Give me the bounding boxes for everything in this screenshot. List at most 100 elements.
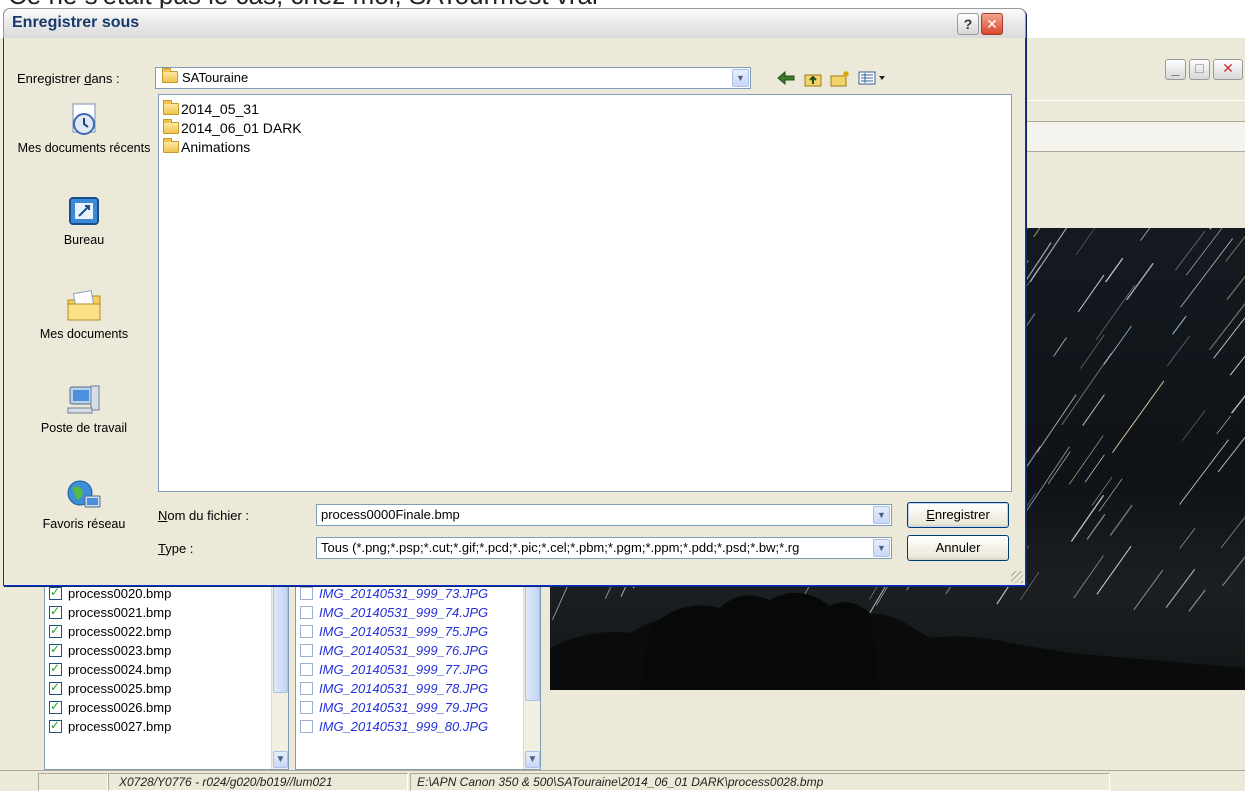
file-checkbox[interactable]: [49, 680, 62, 695]
place-recent-documents[interactable]: Mes documents récents: [14, 102, 154, 155]
file-type-dropdown-arrow[interactable]: ▼: [873, 539, 890, 557]
file-checkbox[interactable]: [49, 604, 62, 619]
jpg-file-row[interactable]: IMG_20140531_999_78.JPG: [300, 679, 488, 698]
file-checkbox[interactable]: [300, 644, 313, 657]
file-name: IMG_20140531_999_75.JPG: [319, 624, 489, 639]
help-button[interactable]: ?: [957, 13, 979, 35]
process-file-row[interactable]: process0026.bmp: [49, 698, 171, 717]
view-menu-icon[interactable]: [856, 70, 892, 92]
resize-grip[interactable]: [1011, 571, 1023, 583]
jpg-file-row[interactable]: IMG_20140531_999_80.JPG: [300, 717, 488, 736]
folder-name: Animations: [181, 138, 251, 155]
file-checkbox[interactable]: [300, 625, 313, 638]
scroll-down-button[interactable]: ▼: [525, 751, 540, 768]
folder-contents-pane[interactable]: 2014_05_31 2014_06_01 DARK Animations: [158, 94, 1012, 492]
save-in-value: SATouraine: [182, 70, 249, 85]
minimize-button[interactable]: _: [1165, 59, 1186, 80]
new-folder-icon[interactable]: [828, 70, 852, 92]
file-name: process0027.bmp: [68, 719, 172, 734]
jpg-file-row[interactable]: IMG_20140531_999_76.JPG: [300, 641, 488, 660]
my-documents-icon: [67, 290, 101, 321]
jpg-file-row[interactable]: IMG_20140531_999_79.JPG: [300, 698, 488, 717]
file-checkbox[interactable]: [300, 587, 313, 600]
scroll-thumb[interactable]: [273, 573, 288, 693]
jpg-file-row[interactable]: IMG_20140531_999_77.JPG: [300, 660, 488, 679]
place-label: Bureau: [63, 233, 105, 247]
jpg-file-list[interactable]: IMG_20140531_999_72.JPGIMG_20140531_999_…: [295, 567, 541, 770]
file-checkbox[interactable]: [49, 642, 62, 657]
places-bar: Mes documents récents Bureau Mes documen…: [14, 94, 154, 559]
place-label: Favoris réseau: [42, 517, 126, 531]
place-my-computer[interactable]: Poste de travail: [14, 382, 154, 435]
file-checkbox[interactable]: [49, 661, 62, 676]
type-label: Type :: [158, 541, 194, 556]
place-label: Mes documents: [39, 327, 129, 341]
file-checkbox[interactable]: [300, 606, 313, 619]
file-checkbox[interactable]: [300, 663, 313, 676]
file-name: IMG_20140531_999_79.JPG: [319, 700, 489, 715]
file-checkbox[interactable]: [300, 720, 313, 733]
save-as-dialog: Enregistrer sous ? ✕ Enregistrer dans : …: [3, 8, 1026, 586]
save-in-dropdown-arrow[interactable]: ▼: [732, 69, 749, 87]
place-network[interactable]: Favoris réseau: [14, 478, 154, 531]
process-file-row[interactable]: process0023.bmp: [49, 641, 171, 660]
file-name: IMG_20140531_999_73.JPG: [319, 586, 489, 601]
back-arrow-icon[interactable]: [774, 70, 798, 92]
background-titlebar: _ □ ✕: [1000, 48, 1245, 98]
place-label: Poste de travail: [40, 421, 128, 435]
jpg-list-scrollbar[interactable]: ▼: [523, 571, 540, 769]
maximize-button[interactable]: □: [1189, 59, 1210, 80]
folder-item[interactable]: Animations: [163, 137, 250, 156]
save-button[interactable]: Enregistrer: [907, 502, 1009, 528]
dialog-titlebar[interactable]: Enregistrer sous ? ✕: [3, 8, 1026, 38]
process-file-row[interactable]: process0024.bmp: [49, 660, 171, 679]
scroll-down-button[interactable]: ▼: [273, 751, 288, 768]
file-checkbox[interactable]: [49, 585, 62, 600]
folder-item[interactable]: 2014_05_31: [163, 99, 259, 118]
process-file-row[interactable]: process0022.bmp: [49, 622, 171, 641]
file-name: process0025.bmp: [68, 681, 172, 696]
top-caption-text: Ce ne s'était pas le cas, chez moi, SATo…: [8, 0, 908, 8]
file-checkbox[interactable]: [300, 682, 313, 695]
scroll-thumb[interactable]: [525, 573, 540, 701]
file-name: IMG_20140531_999_78.JPG: [319, 681, 489, 696]
jpg-file-row[interactable]: IMG_20140531_999_74.JPG: [300, 603, 488, 622]
file-type-value: Tous (*.png;*.psp;*.cut;*.gif;*.pcd;*.pi…: [321, 540, 800, 555]
status-cell-empty: [38, 773, 108, 791]
place-desktop[interactable]: Bureau: [14, 194, 154, 247]
file-name: process0021.bmp: [68, 605, 172, 620]
file-checkbox[interactable]: [300, 701, 313, 714]
file-checkbox[interactable]: [49, 623, 62, 638]
place-my-documents[interactable]: Mes documents: [14, 288, 154, 341]
filename-combobox[interactable]: process0000Finale.bmp ▼: [316, 504, 892, 526]
my-computer-icon: [67, 385, 100, 414]
desktop-icon: [69, 197, 99, 225]
jpg-file-row[interactable]: IMG_20140531_999_75.JPG: [300, 622, 488, 641]
save-in-combobox[interactable]: SATouraine ▼: [155, 67, 751, 89]
close-dialog-button[interactable]: ✕: [981, 13, 1003, 35]
file-checkbox[interactable]: [49, 718, 62, 733]
folder-icon: [163, 118, 179, 134]
close-button[interactable]: ✕: [1213, 59, 1243, 80]
background-toolbar: [1000, 122, 1245, 152]
process-file-row[interactable]: process0025.bmp: [49, 679, 171, 698]
file-name: process0024.bmp: [68, 662, 172, 677]
file-type-select[interactable]: Tous (*.png;*.psp;*.cut;*.gif;*.pcd;*.pi…: [316, 537, 892, 559]
process-list-scrollbar[interactable]: ▼: [271, 571, 288, 769]
process-file-row[interactable]: process0027.bmp: [49, 717, 171, 736]
jpg-file-row[interactable]: IMG_20140531_999_73.JPG: [300, 584, 488, 603]
folder-item[interactable]: 2014_06_01 DARK: [163, 118, 302, 137]
process-file-row[interactable]: process0020.bmp: [49, 584, 171, 603]
file-name: IMG_20140531_999_77.JPG: [319, 662, 489, 677]
cancel-button[interactable]: Annuler: [907, 535, 1009, 561]
place-label: Mes documents récents: [17, 141, 151, 155]
network-places-icon: [67, 480, 101, 508]
process-file-row[interactable]: process0021.bmp: [49, 603, 171, 622]
process-file-list[interactable]: process0019.bmpprocess0020.bmpprocess002…: [44, 566, 289, 770]
status-pixel-info: X0728/Y0776 - r024/g020/b019//lum021: [108, 773, 408, 791]
up-folder-icon[interactable]: [801, 70, 825, 92]
dialog-title: Enregistrer sous: [12, 14, 140, 31]
filename-dropdown-arrow[interactable]: ▼: [873, 506, 890, 524]
file-name: IMG_20140531_999_76.JPG: [319, 643, 489, 658]
file-checkbox[interactable]: [49, 699, 62, 714]
